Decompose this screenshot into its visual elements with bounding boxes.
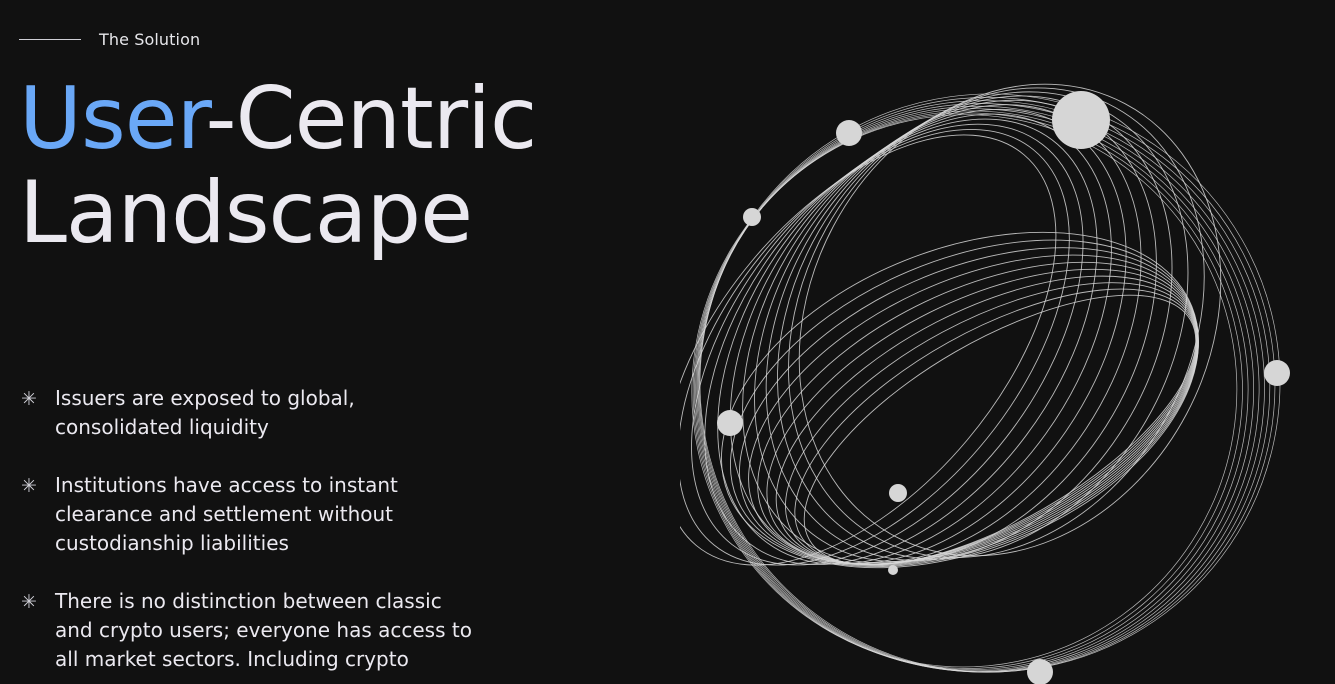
list-item: ✳ Issuers are exposed to global, consoli… <box>19 384 489 442</box>
outer-rim-ring <box>699 97 1276 673</box>
satellite-node <box>836 120 862 146</box>
page-headline: User-Centric Landscape <box>19 69 538 263</box>
eyebrow-label: The Solution <box>99 29 201 49</box>
lower-orbit-ring <box>721 231 1199 569</box>
satellite-node <box>888 565 898 575</box>
hub-node <box>1052 91 1110 149</box>
lower-orbit-ring <box>757 261 1199 565</box>
list-item: ✳ Institutions have access to instant cl… <box>19 471 489 558</box>
satellite-node <box>889 484 907 502</box>
satellite-node <box>1027 659 1053 684</box>
list-item: ✳ There is no distinction between classi… <box>19 587 489 674</box>
headline-rest: -Centric <box>205 69 538 169</box>
orbit-rings-illustration <box>680 83 1290 684</box>
feature-bullet-list: ✳ Issuers are exposed to global, consoli… <box>19 384 489 684</box>
headline-accent-word: User <box>19 69 207 169</box>
satellite-node <box>717 410 743 436</box>
headline-line-2: Landscape <box>19 163 473 263</box>
satellite-node <box>1264 360 1290 386</box>
satellite-node <box>743 208 761 226</box>
section-eyebrow: The Solution <box>19 28 200 50</box>
outer-rim-ring <box>698 100 1271 673</box>
sparkle-asterisk-icon: ✳ <box>21 388 37 410</box>
outer-rim-ring <box>694 110 1249 671</box>
outer-rim-ring <box>699 93 1281 673</box>
orbit-ring <box>704 118 1098 566</box>
eyebrow-divider-line <box>19 38 81 40</box>
sparkle-asterisk-icon: ✳ <box>21 591 37 613</box>
bullet-text: Institutions have access to instant clea… <box>55 473 398 555</box>
bullet-text: Issuers are exposed to global, consolida… <box>55 386 355 439</box>
bullet-text: There is no distinction between classic … <box>55 589 472 671</box>
sparkle-asterisk-icon: ✳ <box>21 475 37 497</box>
